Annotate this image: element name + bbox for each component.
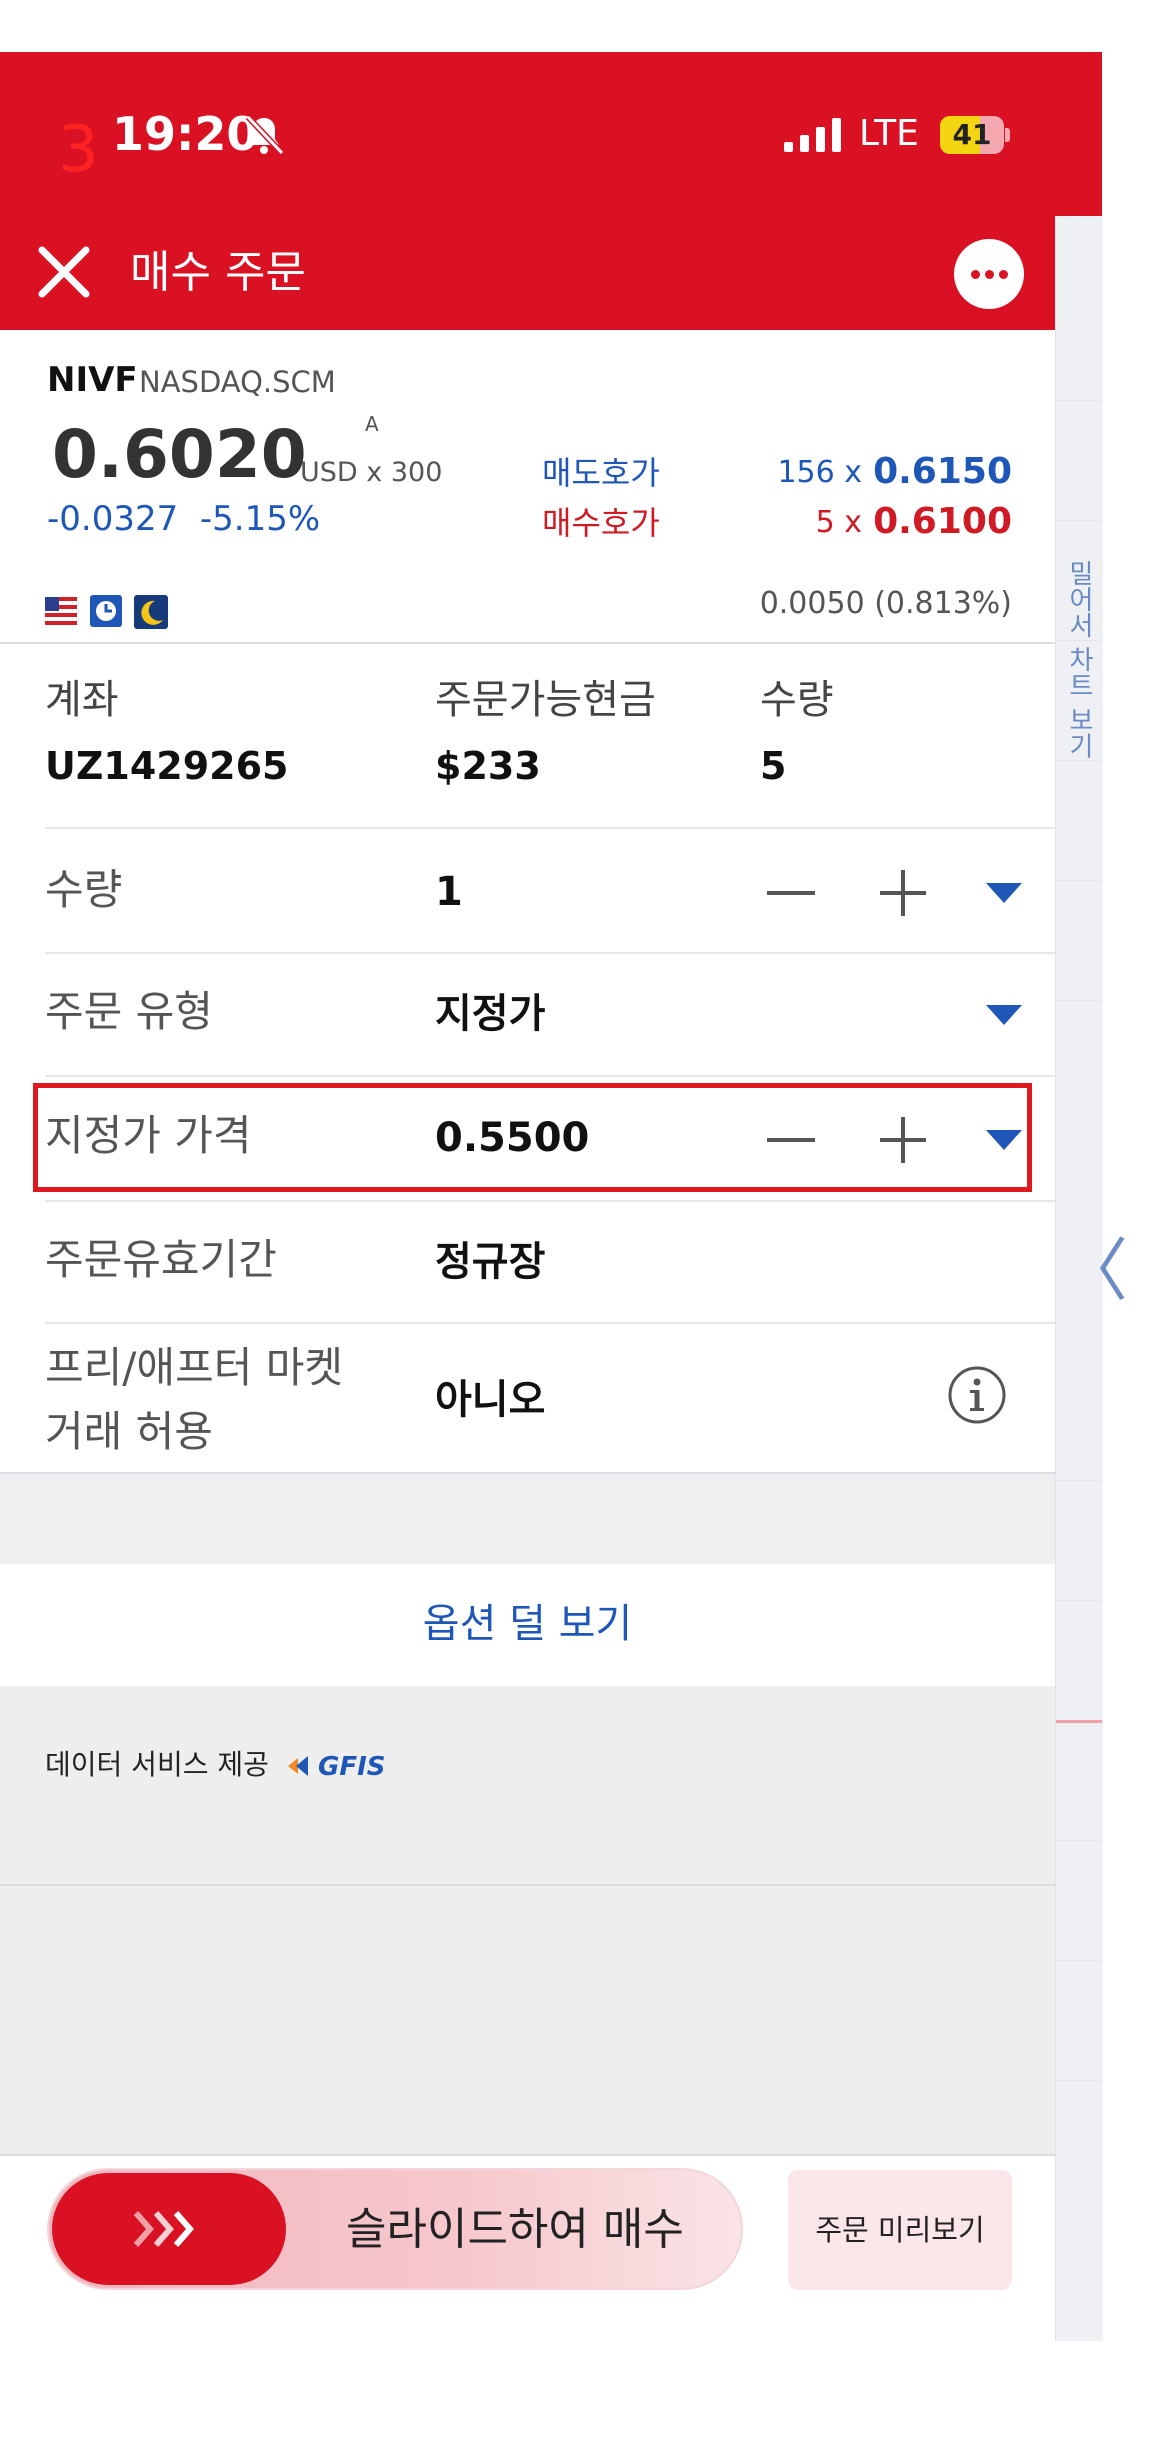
slide-to-buy-handle[interactable] bbox=[52, 2173, 286, 2285]
slide-to-buy-label: 슬라이드하여 매수 bbox=[346, 2204, 684, 2255]
order-preview-label: 주문 미리보기 bbox=[815, 2213, 985, 2247]
quantity-label: 수량 bbox=[45, 865, 123, 914]
battery-level: 41 bbox=[952, 118, 992, 151]
bid-size: 5 x bbox=[815, 505, 862, 540]
held-quantity-label: 수량 bbox=[760, 677, 834, 723]
battery-icon: 41 bbox=[940, 116, 1010, 154]
gfis-logo: GFIS bbox=[288, 1752, 386, 1782]
order-type-dropdown-icon[interactable] bbox=[986, 1005, 1022, 1025]
order-type-select[interactable]: 지정가 bbox=[435, 986, 545, 1042]
clock-icon bbox=[90, 595, 122, 627]
data-provider-label: 데이터 서비스 제공 bbox=[45, 1748, 269, 1781]
us-flag-icon bbox=[45, 597, 77, 625]
quantity-input[interactable]: 1 bbox=[435, 864, 463, 920]
page-title: 매수 주문 bbox=[130, 247, 306, 298]
held-quantity-value: 5 bbox=[760, 744, 787, 788]
change-value: -0.0327 bbox=[47, 499, 179, 539]
bid-label: 매수호가 bbox=[542, 504, 660, 542]
plus-icon[interactable] bbox=[901, 1117, 905, 1163]
quantity-dropdown-icon[interactable] bbox=[986, 883, 1022, 903]
extended-hours-label-line2: 거래 허용 bbox=[45, 1407, 213, 1456]
spread-value: 0.0050 (0.813%) bbox=[759, 586, 1012, 621]
plus-icon[interactable] bbox=[901, 870, 905, 916]
account-number[interactable]: UZ1429265 bbox=[45, 740, 289, 792]
tick-marker: A bbox=[365, 412, 379, 436]
extended-hours-label-line1: 프리/애프터 마켓 bbox=[45, 1343, 343, 1392]
gfis-logo-text: GFIS bbox=[318, 1752, 386, 1782]
order-preview-button[interactable]: 주문 미리보기 bbox=[788, 2170, 1012, 2290]
account-label: 계좌 bbox=[45, 677, 119, 723]
stock-symbol: NIVF bbox=[47, 360, 138, 400]
available-cash-label: 주문가능현금 bbox=[435, 677, 656, 723]
available-cash-value: $233 bbox=[435, 744, 541, 788]
time-in-force-select[interactable]: 정규장 bbox=[435, 1234, 545, 1290]
limit-price-dropdown-icon[interactable] bbox=[986, 1130, 1022, 1150]
divider bbox=[0, 1884, 1055, 1886]
change-percent: -5.15% bbox=[199, 499, 321, 539]
side-panel-label: 밀어서 차트 보기 bbox=[1064, 560, 1094, 759]
bell-muted-icon bbox=[245, 114, 285, 156]
last-price: 0.6020 bbox=[52, 416, 307, 493]
limit-price-decrease-button[interactable] bbox=[767, 1138, 815, 1142]
ask-size: 156 x bbox=[777, 455, 862, 490]
signal-icon bbox=[784, 118, 841, 152]
annotation-number: 3 bbox=[58, 113, 99, 187]
chevrons-right-icon bbox=[133, 2211, 194, 2247]
limit-price-label: 지정가 가격 bbox=[45, 1111, 252, 1160]
status-time: 19:20 bbox=[112, 107, 259, 161]
exchange-name: NASDAQ.SCM bbox=[139, 365, 336, 399]
moon-icon bbox=[134, 595, 168, 629]
chevron-left-icon[interactable]: 〈 bbox=[1060, 1232, 1128, 1312]
currency-quantity: USD x 300 bbox=[300, 457, 443, 488]
toggle-options-button[interactable]: 옵션 덜 보기 bbox=[0, 1564, 1055, 1686]
ask-price: 0.6150 bbox=[873, 451, 1012, 492]
network-label: LTE bbox=[859, 113, 919, 154]
order-type-label: 주문 유형 bbox=[45, 987, 213, 1036]
info-icon[interactable] bbox=[946, 1364, 1008, 1426]
toggle-options-label: 옵션 덜 보기 bbox=[422, 1601, 633, 1647]
limit-price-input[interactable]: 0.5500 bbox=[435, 1110, 589, 1166]
section-spacer bbox=[0, 1474, 1055, 1564]
quantity-decrease-button[interactable] bbox=[767, 891, 815, 895]
more-menu-button[interactable] bbox=[954, 239, 1024, 309]
close-icon[interactable] bbox=[36, 244, 92, 300]
price-change: -0.0327 -5.15% bbox=[47, 497, 320, 541]
bid-price: 0.6100 bbox=[873, 501, 1012, 542]
extended-hours-select[interactable]: 아니오 bbox=[435, 1372, 545, 1428]
ask-label: 매도호가 bbox=[542, 454, 660, 492]
time-in-force-label: 주문유효기간 bbox=[45, 1235, 277, 1284]
